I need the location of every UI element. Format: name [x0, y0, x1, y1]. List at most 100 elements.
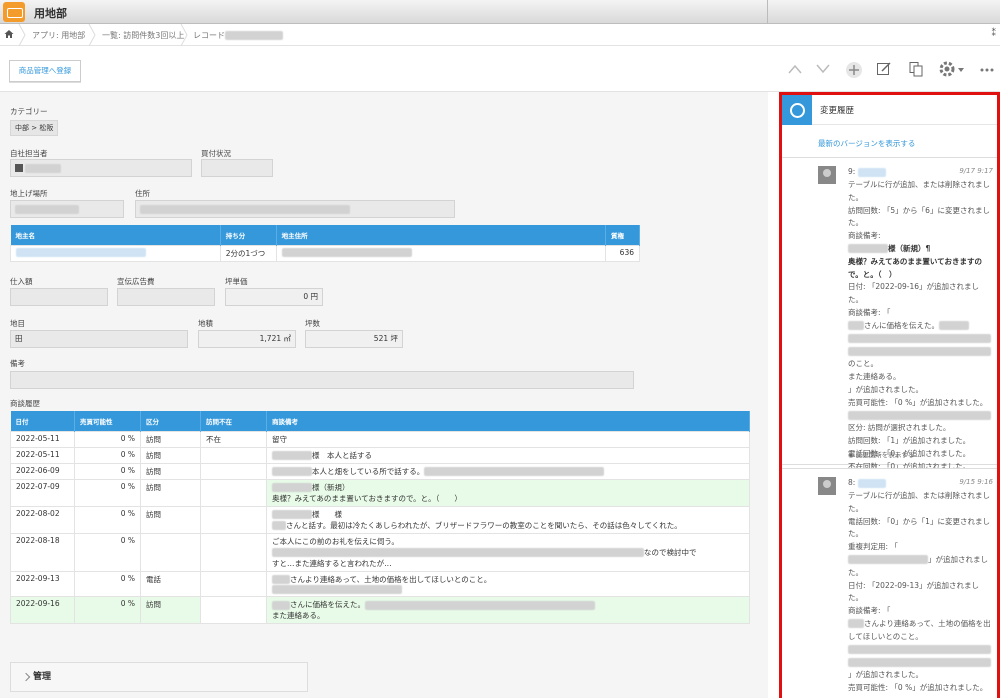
show-changes-link[interactable]: ◉ 変更箇所を表示する [848, 449, 914, 459]
redacted-text [16, 248, 146, 257]
change-line: テーブルに行が追加、または削除されました。 [848, 491, 991, 513]
version-label: 9: [848, 167, 886, 177]
change-line: 日付: 「2022-09-13」が追加されました。 [848, 580, 979, 603]
change-line: 訪問回数: 「5」から「6」に変更されました。 [848, 205, 990, 228]
note-cell: 様（新規） 奥様？みえてあのまま置いておきますので。と。（ ） [266, 478, 750, 507]
area-field: 1,721 ㎡ [198, 330, 296, 348]
redacted-text [272, 467, 312, 476]
panel-title: 変更履歴 [820, 106, 855, 116]
home-icon[interactable] [4, 29, 14, 39]
version-number: 9: [848, 167, 856, 176]
chevron-up-icon[interactable] [788, 64, 802, 74]
tsubo-price-field: 0 円 [225, 288, 323, 306]
app-title[interactable]: 用地部 [34, 5, 67, 21]
type-cell: 訪問 [140, 505, 201, 534]
history-icon[interactable] [782, 95, 812, 125]
breadcrumb-app[interactable]: アプリ: 用地部 [32, 30, 85, 41]
type-cell: 訪問 [140, 430, 201, 448]
tsubo-count-label: 坪数 [305, 319, 320, 328]
pin-icon[interactable]: ⁑ [992, 29, 997, 39]
app-icon[interactable] [3, 2, 25, 22]
land-type-label: 地目 [10, 319, 25, 328]
redacted-text [272, 548, 644, 557]
category-label: カテゴリー [10, 107, 48, 116]
note-text: なので検討中で [644, 547, 697, 557]
table-cell: 2分の1づつ [219, 244, 277, 262]
eye-icon: ◉ [848, 451, 854, 459]
column-header: 商談備考 [266, 411, 750, 431]
register-product-button[interactable]: 商品管理へ登録 [9, 60, 81, 82]
breadcrumb-view[interactable]: 一覧: 訪問件数3回以上 [102, 30, 184, 41]
entry-changes: テーブルに行が追加、または削除されました。 訪問回数: 「5」から「6」に変更さ… [848, 179, 993, 473]
change-line: 」が追加されました。 [848, 384, 923, 394]
history-entry: 9: 9/17 9:17 テーブルに行が追加、または削除されました。 訪問回数:… [782, 157, 997, 471]
entry-date: 9/17 9:17 [959, 167, 993, 175]
redacted-text [281, 248, 412, 257]
column-header: 質権 [605, 225, 640, 245]
note-text: ご本人にこの前のお礼を伝えに伺う。 [272, 536, 399, 546]
caret-down-icon[interactable] [958, 68, 964, 72]
probability-cell: 0 % [74, 478, 141, 507]
duplicate-icon[interactable] [908, 61, 924, 77]
avatar [818, 166, 836, 184]
purchase-status-label: 買付状況 [201, 149, 231, 158]
note-text: 奥様？みえてあのまま置いておきますので。と。（ ） [272, 493, 462, 503]
redacted-text [225, 31, 283, 40]
tsubo-price-label: 坪単価 [225, 277, 248, 286]
table-row: 2022-08-02 0 % 訪問 様 様さんと話す。最初は冷たくあしらわれたが… [10, 505, 750, 534]
change-line: さんより連絡あって、土地の価格を出してほしいとのこと。 [848, 618, 993, 644]
note-cell: 留守 [266, 430, 750, 448]
column-header: 売買可能性 [74, 411, 141, 431]
probability-cell: 0 % [74, 570, 141, 597]
chevron-right-icon [180, 24, 188, 46]
more-icon[interactable] [980, 68, 994, 72]
redacted-text [848, 321, 864, 331]
address-label: 住所 [135, 189, 150, 198]
column-header: 地主名 [10, 225, 221, 245]
version-label: 8: [848, 478, 886, 488]
chevron-down-icon[interactable] [816, 64, 830, 74]
absent-cell [200, 532, 267, 572]
change-line: 商談備考: 「 [848, 606, 891, 616]
edit-icon[interactable] [876, 61, 892, 77]
redacted-text [272, 483, 312, 492]
column-header: 持ち分 [220, 225, 277, 245]
table-row: 2022-05-11 0 % 訪問 様 本人と話する [10, 446, 750, 464]
note-text: 様（新規） [312, 482, 350, 492]
note-cell: 様 様さんと話す。最初は冷たくあしらわれたが、ブリザードフラワーの教室のことを聞… [266, 505, 750, 534]
probability-cell: 0 % [74, 446, 141, 464]
redacted-text [424, 467, 605, 476]
show-latest-version-link[interactable]: 最新のバージョンを表示する [818, 138, 915, 149]
note-text: 様 様 [312, 509, 342, 519]
change-line: 奥様？みえてあのまま置いておきますので。と。（ ） [848, 256, 982, 279]
note-text: また連絡ある。 [272, 611, 325, 620]
change-line: 売買可能性: 「0 %」が追加されました。 [848, 682, 988, 692]
redacted-text [272, 521, 286, 530]
change-text: 様（新規）¶ [888, 243, 931, 253]
table-row: 2022-09-16 0 % 訪問 さんに価格を伝えた。 また連絡ある。 [10, 596, 750, 624]
date-cell: 2022-08-02 [10, 505, 75, 534]
absent-cell [200, 596, 267, 624]
add-record-icon[interactable] [845, 61, 863, 79]
table-row: 2022-05-11 0 % 訪問 不在 留守 [10, 430, 750, 448]
table-row: 2022-06-09 0 % 訪問 本人と畑をしている所で話する。 [10, 462, 750, 480]
purchase-price-label: 仕入額 [10, 277, 33, 286]
change-line: 商談備考: 「 [848, 307, 891, 317]
absent-cell [200, 446, 267, 464]
area-label: 地積 [198, 319, 213, 328]
change-line [848, 345, 993, 358]
redacted-text [140, 204, 350, 214]
admin-section-toggle[interactable]: 管理 [10, 662, 308, 692]
redacted-text [25, 163, 62, 173]
note-cell: さんに価格を伝えた。 また連絡ある。 [266, 596, 750, 624]
staff-field [10, 159, 192, 177]
breadcrumb-record: レコード: [193, 31, 228, 40]
redacted-text [848, 244, 888, 254]
note-text: 本人と畑をしている所で話する。 [312, 466, 425, 476]
note-cell: ご本人にこの前のお礼を伝えに伺う。 なので検討中で すと…また連絡すると言われたが… [266, 532, 750, 572]
change-line: 重複判定用: 「 [848, 542, 898, 552]
redacted-text [848, 334, 991, 344]
avatar [818, 477, 836, 495]
gear-icon[interactable] [938, 60, 956, 78]
type-cell: 訪問 [140, 446, 201, 464]
